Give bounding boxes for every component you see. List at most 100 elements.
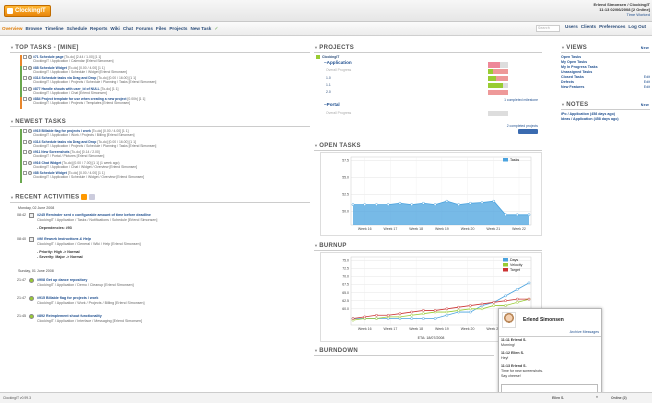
task-checkbox[interactable] [23,97,27,101]
task-status-icon[interactable] [28,150,32,154]
new-note-link[interactable]: New [641,103,649,107]
nav-reports[interactable]: Reports [90,26,107,31]
feed-icon[interactable] [89,194,96,200]
nav-forums[interactable]: Forums [136,26,153,31]
collapse-icon[interactable]: ▼ [314,143,318,148]
activity-item: 21:47 #908 Get up dance repository Clock… [17,278,134,287]
task-checkbox[interactable] [23,65,27,70]
nav-projects[interactable]: Projects [169,26,187,31]
day-header: Sunday, 01 June 2008 [18,269,54,273]
views-header[interactable]: ▼VIEWS New [561,45,650,53]
data-point [445,310,449,314]
collapse-icon[interactable]: ▼ [10,45,14,50]
nav-overview[interactable]: Overview [2,26,22,31]
projects-header[interactable]: ▼PROJECTS [314,45,542,53]
google-icon[interactable] [518,129,538,134]
note-link[interactable]: Ideas / Application (458 days ago) [561,117,650,122]
nav-browse[interactable]: Browse [25,26,42,31]
activity-link[interactable]: #245 Reminder sent x configurable amount… [37,213,151,218]
project-link[interactable]: ~Portal [324,102,340,107]
nav-wiki[interactable]: Wiki [110,26,119,31]
nav-preferences[interactable]: Preferences [599,24,625,29]
task-status-icon[interactable] [28,86,32,91]
status-icon [29,278,34,283]
project-link[interactable]: ~Application [324,60,352,65]
online-users-button[interactable]: Online (2) [611,396,627,400]
completed-milestones-link[interactable]: 1 completed milestone [504,98,538,102]
avatar [502,312,516,328]
activity-link[interactable]: #90 Rework Instructions & Help [37,237,91,242]
data-point [515,288,519,291]
y-tick-label: 55.0 [342,176,349,180]
nav-log-out[interactable]: Log Out [628,24,646,29]
time-worked-link[interactable]: Time Worked [594,12,650,17]
search-input[interactable]: Search [536,25,560,32]
nav-schedule[interactable]: Schedule [67,26,87,31]
task-status-icon[interactable] [28,160,32,165]
burndown-header[interactable]: ▼BURNDOWN [314,348,494,356]
archive-messages-link[interactable]: Archive Messages [570,330,599,334]
nav-chat[interactable]: Chat [123,26,133,31]
task-checkbox[interactable] [23,76,27,80]
x-tick-label: Week 21 [486,227,500,231]
activity-link[interactable]: #915 Billable flag for projects / work [37,296,98,301]
legend-label: Days [510,258,518,262]
data-point [527,281,531,285]
data-point [375,317,378,320]
close-icon[interactable]: × [596,395,598,399]
data-point [457,203,460,206]
legend-label: Velocity [510,263,523,267]
client-link[interactable]: ClockingIT [322,55,339,59]
task-status-icon[interactable] [28,171,32,175]
collapse-icon[interactable]: ▼ [10,195,14,200]
logo[interactable]: ClockingIT [4,5,51,17]
task-status-icon[interactable] [28,76,32,80]
legend-swatch [503,263,508,267]
collapse-icon[interactable]: ▼ [561,102,565,107]
chat-tab[interactable]: Ellen S. [552,396,564,400]
task-checkbox[interactable] [23,171,27,175]
data-point [504,299,507,303]
y-tick-label: 65.0 [342,291,349,295]
nav-new-task[interactable]: New Task [191,26,212,31]
collapse-icon[interactable]: ▼ [314,348,318,353]
task-checkbox[interactable] [23,150,27,154]
nav-users[interactable]: Users [565,24,578,29]
view-link[interactable]: New Features [561,85,650,90]
collapse-icon[interactable]: ▼ [314,243,318,248]
x-tick-label: Week 22 [512,227,526,231]
new-task-arrow-icon[interactable]: ✓ [214,26,218,32]
recent-activities-header[interactable]: ▼RECENT ACTIVITIES [10,194,310,203]
notes-header[interactable]: ▼NOTES New [561,102,650,110]
task-checkbox[interactable] [23,129,27,133]
nav-timeline[interactable]: Timeline [45,26,64,31]
task-status-icon[interactable] [28,55,32,59]
data-point [468,310,472,314]
collapse-icon[interactable]: ▼ [561,45,565,50]
burnup-header[interactable]: ▼BURNUP [314,243,542,251]
top-tasks-header[interactable]: ▼TOP TASKS - [MINE] [10,45,310,53]
collapse-icon[interactable]: ▼ [314,45,318,50]
collapse-icon[interactable]: ▼ [10,119,14,124]
task-checkbox[interactable] [23,160,27,165]
activity-link[interactable]: #908 Get up dance repository [37,278,87,283]
edit-view-link[interactable]: Edit [644,85,650,90]
rss-icon[interactable] [81,194,88,200]
task-status-icon[interactable] [28,139,32,144]
open-tasks-header[interactable]: ▼OPEN TASKS [314,143,542,151]
task-checkbox[interactable] [23,86,27,91]
new-view-link[interactable]: New [641,46,649,50]
task-checkbox[interactable] [23,55,27,59]
task-status-icon[interactable] [28,97,32,101]
completed-projects-link[interactable]: 2 completed projects [507,124,538,128]
data-point [410,203,414,206]
data-point [445,313,449,317]
activity-link[interactable]: #892 Reimplement shout functionality [37,314,102,319]
task-checkbox[interactable] [23,139,27,144]
task-status-icon[interactable] [28,129,32,133]
data-point [457,305,460,309]
nav-clients[interactable]: Clients [581,24,596,29]
newest-tasks-header[interactable]: ▼NEWEST TASKS [10,119,310,127]
nav-files[interactable]: Files [156,26,166,31]
task-status-icon[interactable] [28,65,32,70]
